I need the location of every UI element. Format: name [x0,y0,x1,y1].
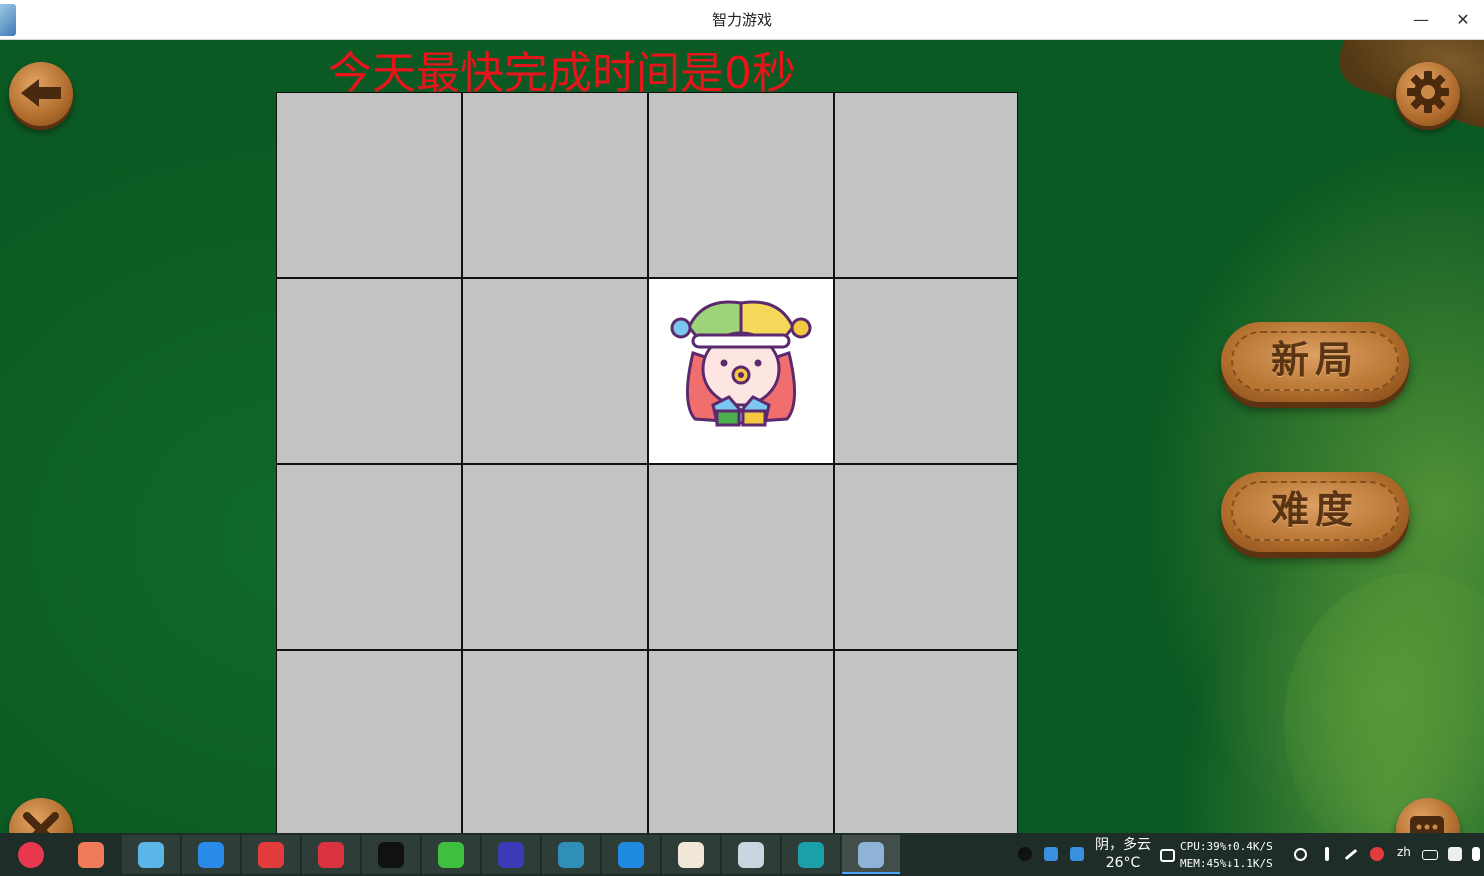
network-tray-icon[interactable] [1070,847,1084,861]
card-cell[interactable] [277,279,461,463]
taskbar-app-puzzle-game[interactable] [842,835,900,874]
taskbar-app-image-viewer[interactable] [662,835,720,874]
chat-icon [1410,816,1444,833]
card-cell-revealed[interactable] [649,279,833,463]
window-title: 智力游戏 [711,11,772,29]
leaf-decoration [1284,573,1484,833]
exit-button[interactable] [9,798,73,833]
vscode-icon [618,842,644,868]
keyboard-icon[interactable] [1422,850,1438,860]
taskbar-app-qq[interactable] [362,835,420,874]
netease-music-icon [258,842,284,868]
taskbar-app-netease-music[interactable] [242,835,300,874]
card-cell[interactable] [463,651,647,833]
card-cell[interactable] [835,93,1017,277]
system-monitor-widget[interactable]: CPU:39%↑0.4K/S MEM:45%↓1.1K/S [1180,838,1273,872]
music-tray-icon[interactable] [1370,847,1384,861]
close-icon [23,812,59,833]
settings-button[interactable] [1396,62,1460,126]
card-grid [276,92,1018,833]
taskbar-app-package-installer[interactable] [722,835,780,874]
system-monitor-icon [498,842,524,868]
taskbar-app-launcher[interactable] [2,835,60,874]
card-cell[interactable] [463,93,647,277]
taskbar-app-file-manager[interactable] [122,835,180,874]
activity-monitor-icon [558,842,584,868]
card-cell[interactable] [649,465,833,649]
package-installer-icon [738,842,764,868]
weather-widget[interactable]: 阴，多云 26°C [1092,836,1154,872]
taskbar: 阴，多云 26°C CPU:39%↑0.4K/S MEM:45%↓1.1K/S … [0,833,1484,876]
title-bar: 智力游戏 — ✕ [0,0,1484,40]
card-cell[interactable] [835,651,1017,833]
qq-tray-icon[interactable] [1018,847,1032,861]
update-tray-icon[interactable] [1044,847,1058,861]
chat-button[interactable] [1396,798,1460,833]
card-cell[interactable] [463,465,647,649]
taskbar-app-activity-monitor[interactable] [542,835,600,874]
new-game-button[interactable]: 新局 [1221,322,1409,402]
weather-temperature: 26°C [1105,855,1141,871]
pen-icon[interactable] [1344,848,1358,861]
card-cell[interactable] [649,93,833,277]
image-viewer-icon [678,842,704,868]
jester-girl-icon [670,300,812,427]
memory-usage: MEM:45%↓1.1K/S [1180,857,1273,870]
new-game-label: 新局 [1270,337,1359,382]
power-icon[interactable] [1294,848,1307,861]
card-cell[interactable] [277,651,461,833]
back-button[interactable] [9,62,73,126]
input-language-indicator[interactable]: zh [1397,845,1411,859]
terminal-icon [318,842,344,868]
taskbar-app-vscode[interactable] [602,835,660,874]
gear-icon [1407,71,1449,113]
card-cell[interactable] [649,651,833,833]
game-table: 今天最快完成时间是0秒 新局 难度 [0,40,1484,833]
wechat-icon [438,842,464,868]
notification-icon[interactable] [1448,847,1462,861]
volume-icon[interactable] [1472,847,1480,861]
display-icon[interactable] [1160,849,1175,862]
taskbar-app-edge-browser[interactable] [782,835,840,874]
close-window-button[interactable]: ✕ [1449,6,1477,34]
difficulty-label: 难度 [1270,487,1359,532]
taskbar-app-terminal[interactable] [302,835,360,874]
taskbar-app-app-store[interactable] [182,835,240,874]
taskbar-app-system-monitor[interactable] [482,835,540,874]
launcher-icon [18,842,44,868]
card-cell[interactable] [277,93,461,277]
taskbar-app-screen-recorder[interactable] [62,835,120,874]
cpu-usage: CPU:39%↑0.4K/S [1180,840,1273,853]
edge-browser-icon [798,842,824,868]
weather-condition: 阴，多云 [1095,837,1151,853]
back-arrow-icon [21,79,61,107]
card-cell[interactable] [277,465,461,649]
puzzle-game-icon [858,842,884,868]
usb-icon[interactable] [1325,847,1329,861]
app-store-icon [198,842,224,868]
card-cell[interactable] [463,279,647,463]
card-cell[interactable] [835,465,1017,649]
screen-recorder-icon [78,842,104,868]
minimize-button[interactable]: — [1407,6,1435,34]
card-cell[interactable] [835,279,1017,463]
qq-icon [378,842,404,868]
file-manager-icon [138,842,164,868]
difficulty-button[interactable]: 难度 [1221,472,1409,552]
taskbar-app-wechat[interactable] [422,835,480,874]
